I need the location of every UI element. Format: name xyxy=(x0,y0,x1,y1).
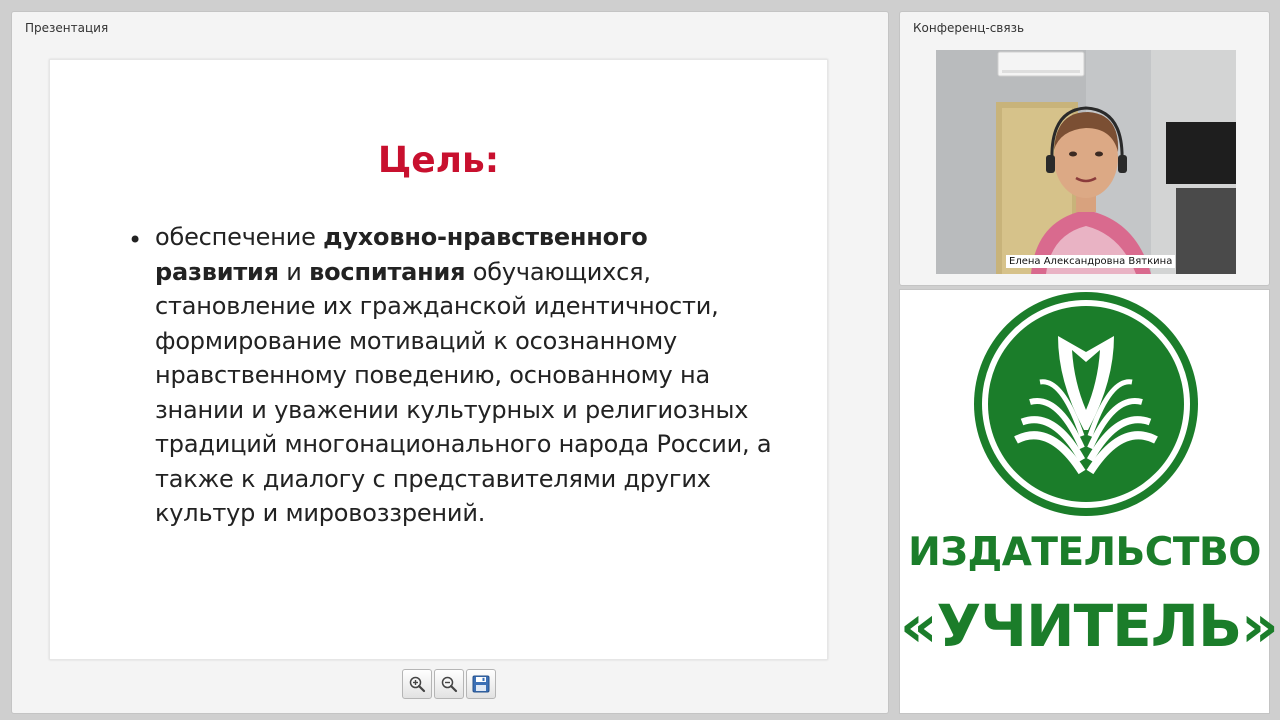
slide-title: Цель: xyxy=(377,140,500,181)
publisher-logo-panel: ИЗДАТЕЛЬСТВО «УЧИТЕЛЬ» xyxy=(899,289,1279,714)
conference-panel: Конференц-связь Елена Александровна Вятк… xyxy=(899,11,1270,286)
bullet-text-part: и xyxy=(278,257,310,286)
save-button[interactable] xyxy=(466,669,496,699)
publisher-name-line1: ИЗДАТЕЛЬСТВО xyxy=(908,530,1261,575)
slide-toolbar xyxy=(402,669,496,701)
bullet-dot: • xyxy=(128,226,143,254)
conference-panel-title: Конференц-связь xyxy=(913,21,1025,35)
zoom-in-button[interactable] xyxy=(402,669,432,699)
participant-video[interactable]: Елена Александровна Вяткина xyxy=(936,50,1236,274)
zoom-out-button[interactable] xyxy=(434,669,464,699)
presentation-panel-title: Презентация xyxy=(25,21,109,35)
slide: Цель: • обеспечение духовно-нравственног… xyxy=(49,59,828,660)
bullet-text: обеспечение духовно-нравственного развит… xyxy=(155,220,775,531)
publisher-name-line2: «УЧИТЕЛЬ» xyxy=(900,592,1279,660)
zoom-in-icon xyxy=(409,676,426,693)
floppy-disk-icon xyxy=(472,675,490,693)
video-frame xyxy=(936,50,1236,274)
bullet-text-part: обучающихся, становление их гражданской … xyxy=(155,257,772,528)
bullet-bold-part: воспитания xyxy=(309,257,466,286)
publisher-logo-icon xyxy=(974,292,1198,516)
presentation-panel: Презентация Цель: • обеспечение духовно-… xyxy=(11,11,889,714)
zoom-out-icon xyxy=(441,676,458,693)
bullet-text-part: обеспечение xyxy=(155,223,324,251)
participant-name-label: Елена Александровна Вяткина xyxy=(1006,255,1176,268)
